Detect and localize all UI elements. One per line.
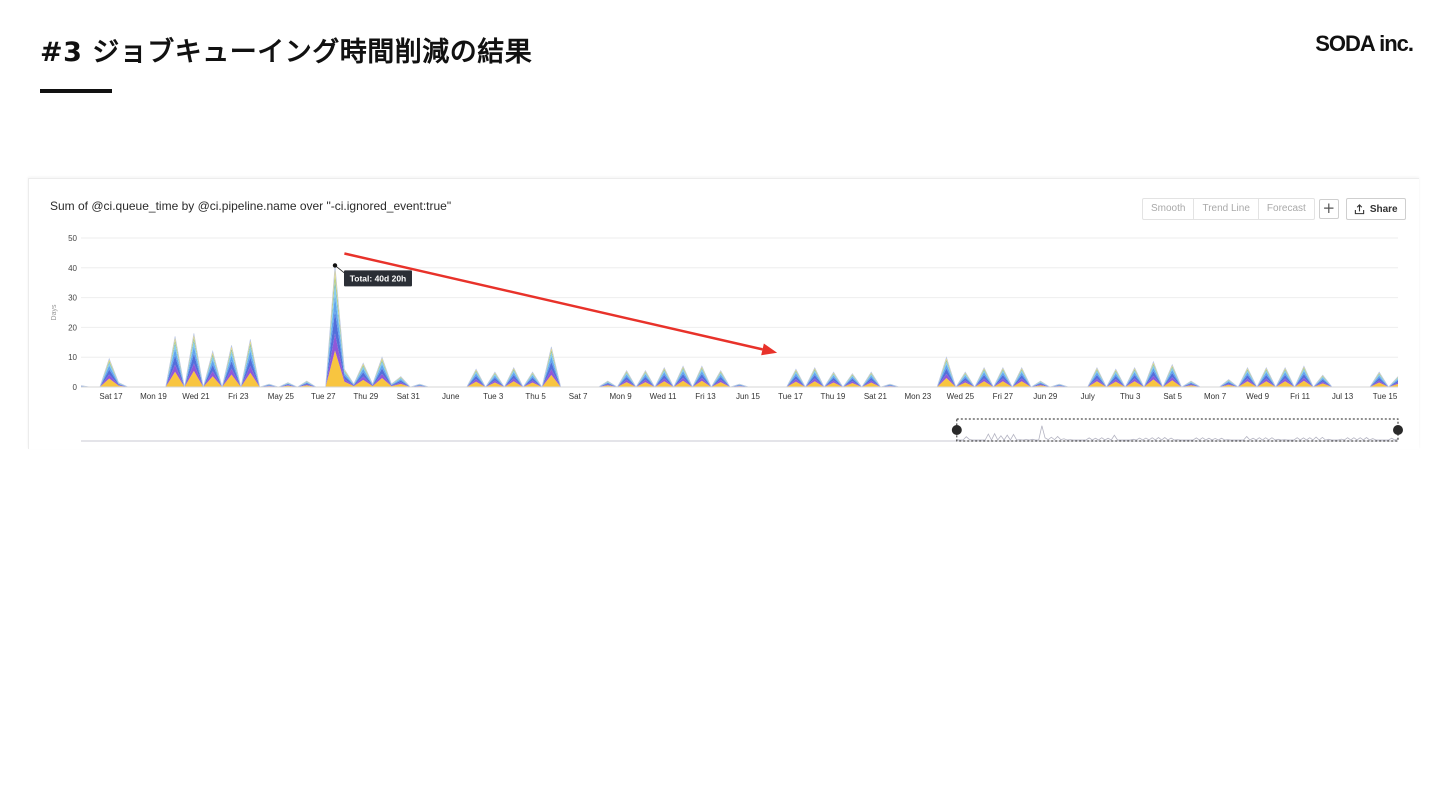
x-tick-label: Tue 17 [778, 392, 803, 401]
trend-arrow-head [761, 343, 778, 356]
x-tick-label: Jun 29 [1033, 392, 1058, 401]
y-tick-label: 50 [68, 234, 77, 243]
x-tick-label: Tue 15 [1373, 392, 1398, 401]
x-tick-label: Fri 23 [228, 392, 249, 401]
x-tick-label: Wed 21 [182, 392, 210, 401]
y-tick-label: 40 [68, 264, 77, 273]
stacked-area-chart[interactable]: 0 10 20 30 40 50 Days Sat 17 Mon 19 Wed 21 Fri 23 M… [29, 179, 1419, 449]
x-tick-label: Sat 5 [1163, 392, 1182, 401]
x-tick-label: Sat 21 [864, 392, 888, 401]
x-tick-label: Tue 27 [311, 392, 336, 401]
series-area-5 [81, 275, 1398, 387]
x-tick-label: Thu 3 [1120, 392, 1141, 401]
x-tick-label: Wed 25 [947, 392, 975, 401]
x-tick-label: July [1081, 392, 1095, 401]
series-outline [80, 265, 1399, 388]
x-tick-label: Fri 13 [695, 392, 716, 401]
x-tick-label: May 25 [268, 392, 295, 401]
x-tick-label: Mon 19 [140, 392, 167, 401]
y-tick-label: 30 [68, 294, 77, 303]
company-logo: SODA inc. [1315, 31, 1414, 56]
x-tick-label: Thu 19 [820, 392, 845, 401]
x-tick-label: Mon 23 [905, 392, 932, 401]
navigator-selection [956, 418, 1399, 442]
y-tick-label: 20 [68, 323, 77, 332]
x-tick-label: June [442, 392, 460, 401]
navigator-handle-right[interactable] [1393, 425, 1403, 435]
y-tick-label: 0 [73, 383, 78, 392]
navigator-handle-left[interactable] [951, 425, 962, 435]
y-axis-label: Days [51, 304, 58, 320]
x-tick-label: Mon 9 [609, 392, 632, 401]
series-area-3 [81, 294, 1398, 387]
chart-widget: Sum of @ci.queue_time by @ci.pipeline.na… [28, 178, 1419, 449]
x-tick-label: Wed 9 [1246, 392, 1270, 401]
x-tick-label: Thu 5 [525, 392, 546, 401]
tooltip-text: Total: 40d 20h [350, 273, 407, 283]
series-area-6 [81, 265, 1398, 387]
x-tick-label: Fri 11 [1290, 392, 1310, 401]
series-area-0 [81, 350, 1398, 387]
x-tick-label: Sat 31 [397, 392, 421, 401]
x-tick-label: Sat 17 [99, 392, 123, 401]
navigator-sparkline [956, 425, 1399, 441]
y-tick-label: 10 [68, 353, 77, 362]
x-tick-label: Tue 3 [483, 392, 504, 401]
x-tick-label: Sat 7 [569, 392, 588, 401]
title-underline [40, 89, 112, 93]
x-tick-label: Jun 15 [736, 392, 761, 401]
x-tick-label: Mon 7 [1204, 392, 1227, 401]
x-tick-label: Jul 13 [1332, 392, 1354, 401]
series-area-1 [81, 333, 1398, 387]
x-tick-label: Wed 11 [650, 392, 677, 401]
peak-point [332, 263, 338, 268]
series-area-2 [81, 311, 1398, 387]
x-tick-label: Fri 27 [993, 392, 1014, 401]
series-area-4 [81, 282, 1398, 387]
x-tick-label: Thu 29 [353, 392, 378, 401]
slide-title: #3 ジョブキューイング時間削減の結果 [40, 37, 533, 68]
